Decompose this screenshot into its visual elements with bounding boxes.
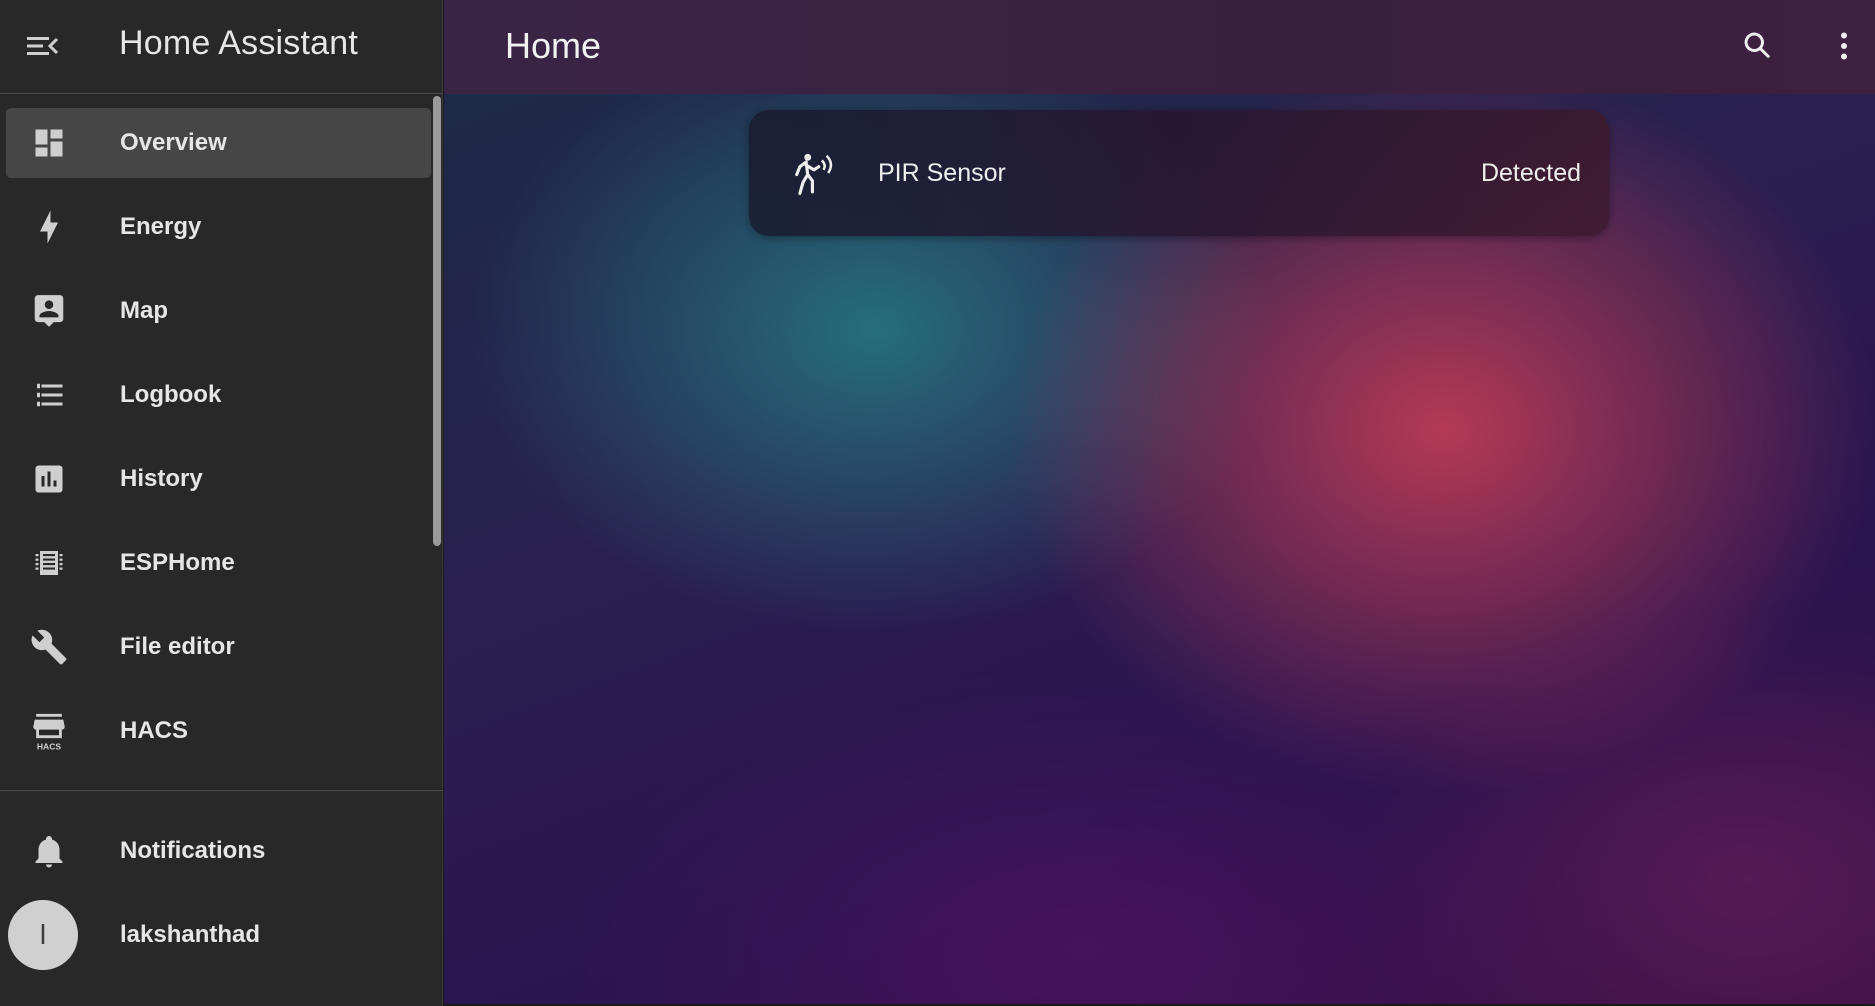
menu-toggle-button[interactable] [22,28,62,64]
user-name: lakshanthad [120,921,261,948]
dots-vertical-icon [1841,32,1847,60]
page-title: Home [505,25,602,66]
overflow-menu-button[interactable] [1822,24,1866,68]
chip-icon [24,538,74,588]
sidebar-item-history[interactable]: History [6,444,431,514]
account-box-icon [24,286,74,336]
sidebar-item-label: HACS [120,717,189,744]
top-app-bar: Home [444,0,1875,94]
view-dashboard-icon [24,118,74,168]
search-icon [1744,32,1771,59]
entity-state: Detected [1480,159,1581,187]
sidebar-item-label: History [120,465,203,492]
sidebar-item-label: Map [120,297,168,324]
entity-name: PIR Sensor [878,159,1006,187]
sidebar-item-hacs[interactable]: HACS HACS [6,696,431,766]
search-button[interactable] [1736,24,1780,68]
sidebar-item-esphome[interactable]: ESPHome [6,528,431,598]
format-list-bulleted-icon [24,370,74,420]
hacs-store-icon: HACS [24,706,74,756]
sidebar-item-label: Logbook [120,381,222,408]
motion-sensor-icon [789,150,839,196]
sidebar-item-notifications[interactable]: Notifications [6,816,432,886]
sidebar: Home Assistant Overview Energy Map Logbo… [0,0,443,1006]
sidebar-header: Home Assistant [0,0,442,94]
chart-box-icon [24,454,74,504]
sidebar-item-energy[interactable]: Energy [6,192,431,262]
app-title: Home Assistant [119,24,359,62]
svg-text:HACS: HACS [37,742,62,751]
sidebar-item-label: Overview [120,129,227,156]
avatar: l [8,900,78,970]
sidebar-item-map[interactable]: Map [6,276,431,346]
sidebar-item-label: Notifications [120,837,266,864]
sidebar-item-logbook[interactable]: Logbook [6,360,431,430]
sidebar-item-overview[interactable]: Overview [6,108,431,178]
main-content: Home PIR Sensor Detected [444,0,1875,1006]
sidebar-item-label: File editor [120,633,235,660]
wrench-icon [24,622,74,672]
sidebar-item-label: Energy [120,213,202,240]
entity-card-pir-sensor[interactable]: PIR Sensor Detected [749,110,1609,236]
sidebar-divider [0,790,443,791]
sidebar-scrollbar[interactable] [433,96,441,546]
sidebar-item-file-editor[interactable]: File editor [6,612,431,682]
bell-icon [24,826,74,876]
sidebar-item-profile[interactable]: l lakshanthad [6,900,432,970]
sidebar-nav: Overview Energy Map Logbook History ESPH… [0,108,442,780]
lightning-bolt-icon [24,202,74,252]
menu-collapse-icon [27,37,59,55]
sidebar-item-label: ESPHome [120,549,235,576]
